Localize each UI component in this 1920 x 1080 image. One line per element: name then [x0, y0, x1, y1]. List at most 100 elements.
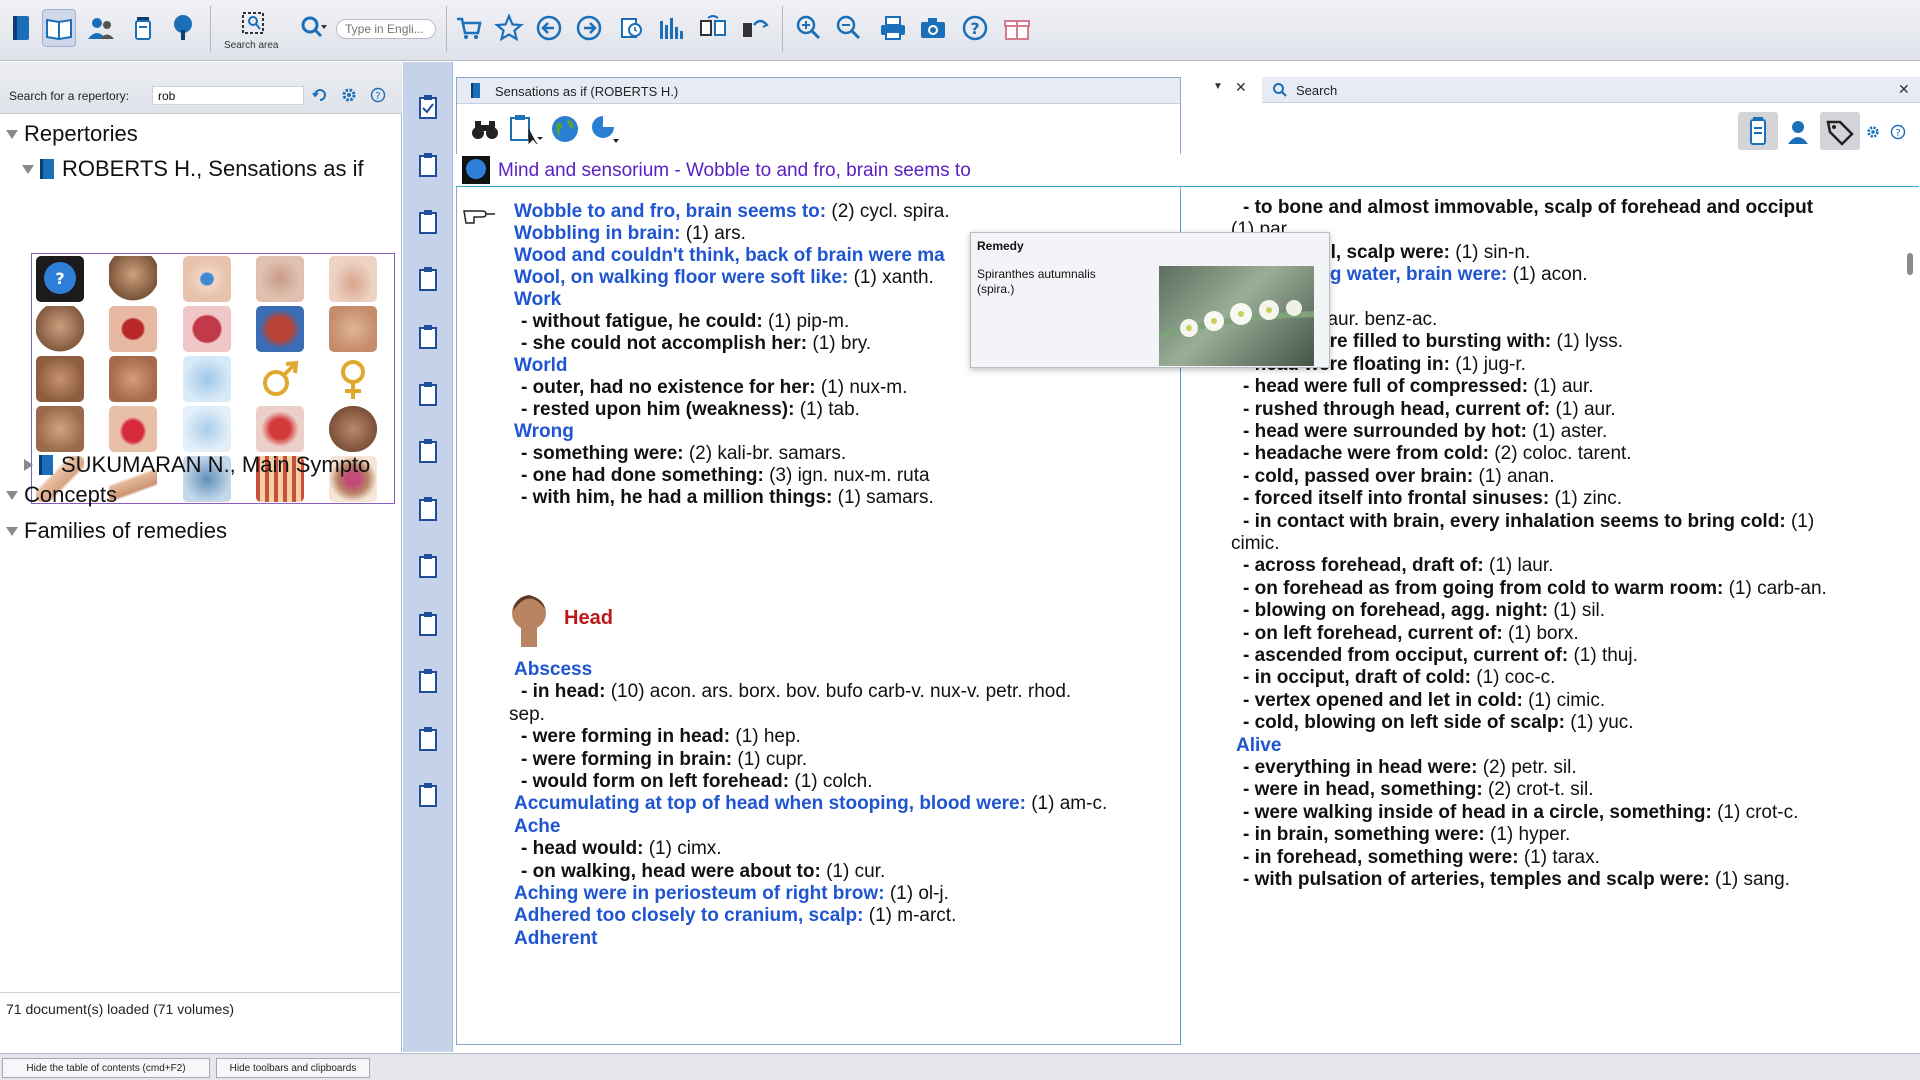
- subrubric-label[interactable]: - with him, he had a million things:: [521, 487, 832, 508]
- rubric-line[interactable]: - in contact with brain, every inhalatio…: [1243, 511, 1814, 533]
- rubric-line[interactable]: - something were: (2) kali-br. samars.: [521, 443, 846, 465]
- rubric-line[interactable]: - vertex opened and let in cold: (1) cim…: [1243, 690, 1605, 712]
- rubric-line[interactable]: - without fatigue, he could: (1) pip-m.: [521, 311, 849, 333]
- remedies-list[interactable]: (2) cycl. spira.: [831, 201, 949, 222]
- subrubric-label[interactable]: - in brain, something were:: [1243, 824, 1485, 845]
- forward-arrow-icon[interactable]: [572, 9, 606, 47]
- remedies-list[interactable]: (1) bry.: [812, 333, 871, 354]
- rubric-line[interactable]: - in head: (10) acon. ars. borx. bov. bu…: [521, 681, 1071, 703]
- chest-icon[interactable]: [36, 406, 84, 452]
- rubric-line[interactable]: Adhered too closely to cranium, scalp: (…: [514, 905, 956, 927]
- subrubric-label[interactable]: - outer, had no existence for her:: [521, 377, 816, 398]
- mind-head-icon[interactable]: ?: [36, 256, 84, 302]
- transfer-icon[interactable]: [696, 9, 730, 47]
- remedies-list[interactable]: (1) lyss.: [1557, 331, 1624, 352]
- rubric-line[interactable]: - were walking inside of head in a circl…: [1243, 802, 1798, 824]
- nose-icon[interactable]: [329, 256, 377, 302]
- remedies-list[interactable]: (2) crot-t. sil.: [1488, 779, 1594, 800]
- remedies-list[interactable]: (1) samars.: [838, 487, 934, 508]
- remedies-list[interactable]: (1) ars.: [686, 223, 746, 244]
- toolbar-search-input[interactable]: [336, 19, 436, 39]
- gear-icon[interactable]: [1866, 125, 1880, 139]
- eye-icon[interactable]: [183, 256, 231, 302]
- remedies-list[interactable]: (1) pip-m.: [768, 311, 849, 332]
- stomach-icon[interactable]: [256, 306, 304, 352]
- remedies-list[interactable]: (1) cur.: [826, 861, 885, 882]
- rubric-line[interactable]: - with pulsation of arteries, temples an…: [1243, 869, 1790, 891]
- rubric-line[interactable]: - outer, had no existence for her: (1) n…: [521, 377, 907, 399]
- remedies-list[interactable]: (1) sin-n.: [1455, 242, 1530, 263]
- rubric-label[interactable]: Aching were in periosteum of right brow:: [514, 883, 885, 904]
- remedy-jar-icon[interactable]: [126, 9, 160, 47]
- female-symbol-icon[interactable]: [329, 356, 377, 402]
- search-tab[interactable]: Search ✕: [1262, 77, 1920, 103]
- rubric-line[interactable]: - on forehead as from going from cold to…: [1243, 578, 1827, 600]
- vertical-scrollbar-thumb[interactable]: [1907, 253, 1913, 275]
- rubric-line[interactable]: Wool, on walking floor were soft like: (…: [514, 267, 934, 289]
- head-icon[interactable]: [109, 256, 157, 302]
- hide-toolbars-button[interactable]: Hide toolbars and clipboards: [216, 1058, 370, 1078]
- clipboard-icon[interactable]: [418, 553, 438, 579]
- remedies-list[interactable]: (1) aur.: [1555, 399, 1615, 420]
- subrubric-label[interactable]: - in occiput, draft of cold:: [1243, 667, 1471, 688]
- subrubric-label[interactable]: - head were surrounded by hot:: [1243, 421, 1527, 442]
- rubric-line[interactable]: - ascended from occiput, current of: (1)…: [1243, 645, 1638, 667]
- rubric-line[interactable]: - everything in head were: (2) petr. sil…: [1243, 757, 1577, 779]
- rubric-line[interactable]: - in forehead, something were: (1) tarax…: [1243, 847, 1600, 869]
- rubric-line[interactable]: Ache: [514, 816, 560, 838]
- globe-icon[interactable]: [549, 113, 581, 145]
- pie-chart-icon[interactable]: [589, 113, 623, 147]
- remedies-list[interactable]: (3) ign. nux-m. ruta: [769, 465, 930, 486]
- rubric-line[interactable]: - were forming in head: (1) hep.: [521, 726, 801, 748]
- help-icon[interactable]: ?: [1890, 124, 1906, 140]
- remedies-list[interactable]: (1) coc-c.: [1476, 667, 1555, 688]
- rubric-line[interactable]: - headache were from cold: (2) coloc. ta…: [1243, 443, 1632, 465]
- mouth-icon[interactable]: [109, 306, 157, 352]
- rubric-line[interactable]: - would form on left forehead: (1) colch…: [521, 771, 873, 793]
- rubric-label[interactable]: Accumulating at top of head when stoopin…: [514, 793, 1026, 814]
- clipboard-icon[interactable]: [418, 266, 438, 292]
- rubric-label[interactable]: World: [514, 355, 567, 376]
- face-icon[interactable]: [36, 306, 84, 352]
- rubric-line[interactable]: Abscess: [514, 659, 592, 681]
- rubric-line[interactable]: Wrong: [514, 421, 574, 443]
- expanded-arrow-icon[interactable]: [22, 164, 34, 174]
- star-icon[interactable]: [492, 9, 526, 47]
- ear-icon[interactable]: [256, 256, 304, 302]
- rubric-label[interactable]: Abscess: [514, 659, 592, 680]
- remedies-list[interactable]: (1) anan.: [1478, 466, 1554, 487]
- tree-concepts[interactable]: Concepts: [6, 480, 117, 510]
- rubric-line[interactable]: cimic.: [1231, 533, 1280, 555]
- rubric-line[interactable]: - in brain, something were: (1) hyper.: [1243, 824, 1570, 846]
- remedies-continuation[interactable]: sep.: [509, 704, 545, 725]
- buttocks-icon[interactable]: [109, 356, 157, 402]
- rubric-line[interactable]: - rested upon him (weakness): (1) tab.: [521, 399, 860, 421]
- rubric-label[interactable]: Wool, on walking floor were soft like:: [514, 267, 848, 288]
- rubric-line[interactable]: - on left forehead, current of: (1) borx…: [1243, 623, 1579, 645]
- search-area-icon[interactable]: [236, 4, 270, 42]
- remedies-list[interactable]: (1) hep.: [735, 726, 800, 747]
- remedies-continuation[interactable]: cimic.: [1231, 533, 1280, 554]
- rubric-label[interactable]: Wobbling in brain:: [514, 223, 680, 244]
- rubric-line[interactable]: sep.: [509, 704, 545, 726]
- remedies-list[interactable]: (2) petr. sil.: [1483, 757, 1577, 778]
- remedies-list[interactable]: (1) tarax.: [1524, 847, 1600, 868]
- camera-icon[interactable]: [916, 9, 950, 47]
- zoom-in-icon[interactable]: [792, 9, 826, 47]
- tree-icon[interactable]: [166, 9, 200, 47]
- refresh-icon[interactable]: [312, 87, 328, 103]
- clipboard-icon[interactable]: [418, 152, 438, 178]
- patients-icon[interactable]: [84, 9, 118, 47]
- rubric-label[interactable]: Wobble to and fro, brain seems to:: [514, 201, 826, 222]
- remedies-list[interactable]: (1) colch.: [794, 771, 872, 792]
- subrubric-label[interactable]: - to bone and almost immovable, scalp of…: [1243, 197, 1813, 218]
- remedies-list[interactable]: (1) carb-an.: [1729, 578, 1827, 599]
- tree-roberts-repertory[interactable]: ROBERTS H., Sensations as if: [22, 154, 400, 184]
- male-symbol-icon[interactable]: [256, 356, 304, 402]
- remedies-list[interactable]: (1) borx.: [1508, 623, 1579, 644]
- circulation-icon[interactable]: [256, 406, 304, 452]
- rectum-icon[interactable]: [36, 356, 84, 402]
- subrubric-label[interactable]: - were forming in brain:: [521, 749, 732, 770]
- rubric-line[interactable]: - with him, he had a million things: (1)…: [521, 487, 934, 509]
- subrubric-label[interactable]: - head would:: [521, 838, 643, 859]
